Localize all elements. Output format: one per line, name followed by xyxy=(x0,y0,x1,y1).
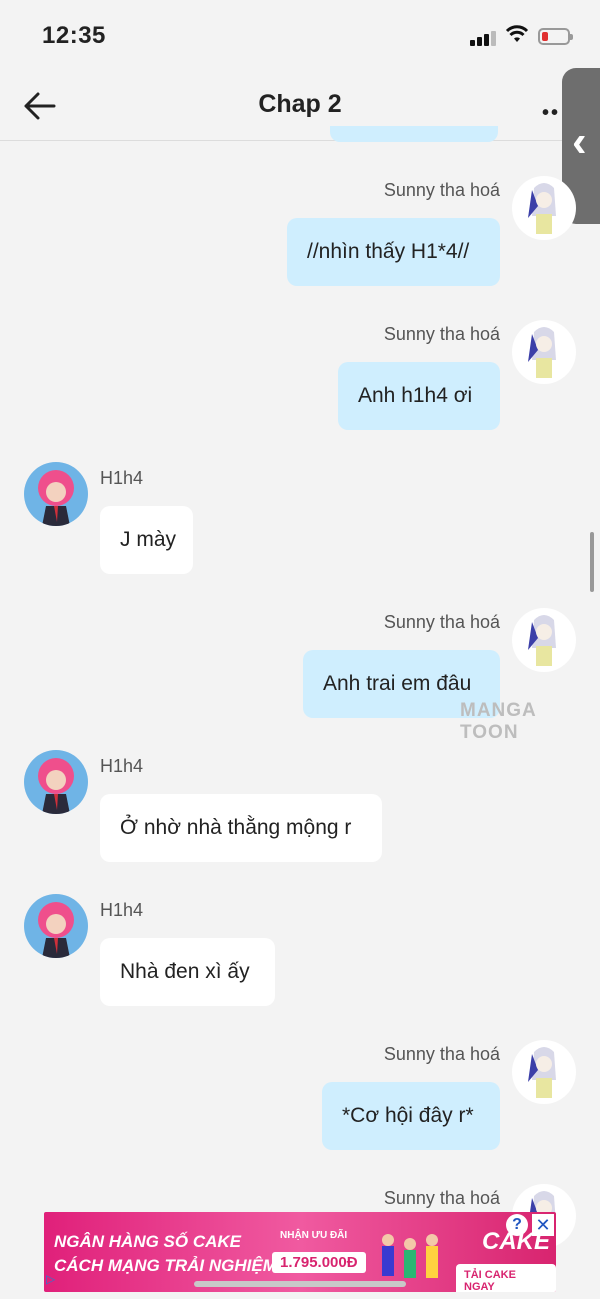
avatar[interactable] xyxy=(24,894,88,958)
avatar[interactable] xyxy=(24,462,88,526)
chat-bubble: //nhìn thấy H1*4// xyxy=(287,218,500,286)
sender-name: H1h4 xyxy=(100,900,144,920)
sender-name: Sunny tha hoá xyxy=(383,1044,500,1064)
ad-cta-button[interactable]: TẢI CAKE NGAY xyxy=(456,1264,556,1292)
home-indicator xyxy=(194,1281,406,1287)
chat-bubble: Ở nhờ nhà thằng mộng r xyxy=(100,794,382,862)
sender-name: H1h4 xyxy=(100,468,144,488)
sender-name: Sunny tha hoá xyxy=(383,1188,500,1208)
ad-subheadline: CÁCH MẠNG TRẢI NGHIỆM xyxy=(54,1256,277,1275)
status-time: 12:35 xyxy=(42,22,106,49)
sender-name: Sunny tha hoá xyxy=(383,180,500,200)
chevron-left-icon: ‹ xyxy=(572,117,587,166)
signal-icon xyxy=(470,30,496,46)
avatar[interactable] xyxy=(512,1040,576,1104)
previous-bubble xyxy=(330,126,498,142)
adchoices-icon[interactable]: ▷ xyxy=(46,1272,62,1288)
watermark: MANGA TOON xyxy=(460,700,537,743)
chat-bubble: Anh h1h4 ơi xyxy=(338,362,500,430)
avatar[interactable] xyxy=(512,608,576,672)
wifi-icon xyxy=(505,25,529,42)
page-title: Chap 2 xyxy=(258,90,342,118)
avatar[interactable] xyxy=(512,320,576,384)
ad-help-icon[interactable]: ? xyxy=(506,1214,528,1236)
sender-name: Sunny tha hoá xyxy=(383,612,500,632)
status-bar: 12:35 xyxy=(0,0,600,72)
ad-offer-label: NHẬN ƯU ĐÃI xyxy=(280,1230,348,1241)
avatar[interactable] xyxy=(512,176,576,240)
scrollbar[interactable] xyxy=(590,532,594,592)
more-dots-icon[interactable]: •• xyxy=(542,102,560,125)
ad-close-icon[interactable]: ✕ xyxy=(532,1214,554,1236)
sender-name: Sunny tha hoá xyxy=(383,324,500,344)
sender-name: H1h4 xyxy=(100,756,144,776)
ad-people-illustration xyxy=(382,1234,438,1278)
chat-bubble: J mày xyxy=(100,506,193,574)
chapter-header: Chap 2 •• xyxy=(0,72,600,141)
ad-banner[interactable]: NGÂN HÀNG SỐ CAKE CÁCH MẠNG TRẢI NGHIỆM … xyxy=(44,1212,556,1292)
chat-bubble: Nhà đen xì ấy xyxy=(100,938,275,1006)
battery-icon xyxy=(538,28,573,45)
ad-headline: NGÂN HÀNG SỐ CAKE xyxy=(54,1232,242,1251)
avatar[interactable] xyxy=(24,750,88,814)
ad-amount: 1.795.000Đ xyxy=(272,1252,366,1273)
chat-bubble: *Cơ hội đây r* xyxy=(322,1082,500,1150)
